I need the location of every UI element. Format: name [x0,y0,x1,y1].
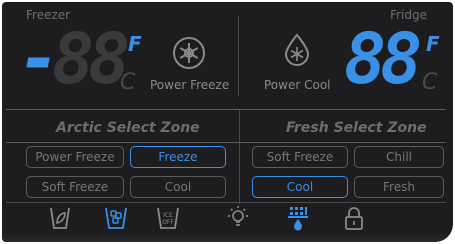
glass-leaf-icon [50,207,70,229]
arctic-option-power-freeze[interactable]: Power Freeze [26,146,124,168]
control-panel: Freezer Fridge - 88 F C Power Freeze Pow… [2,2,453,242]
arctic-option-freeze[interactable]: Freeze [130,146,226,168]
light-button[interactable] [224,204,252,232]
fridge-unit-c: C [422,70,438,95]
power-freeze-button[interactable] [172,36,206,70]
lock-icon [345,207,363,230]
lock-button[interactable] [340,204,368,232]
light-bulb-icon [228,206,248,226]
ice-cubes-icon [105,207,127,229]
water-glass-button[interactable] [46,204,74,232]
fresh-option-fresh[interactable]: Fresh [354,176,444,198]
freezer-temp-digits: 88 [52,18,130,100]
zone-title-line [6,142,446,143]
snowflake-icon [173,37,205,69]
bottom-divider [6,202,446,203]
fridge-unit-f: F [426,32,440,56]
cubed-ice-button[interactable] [102,204,130,232]
zone-divider [239,110,240,204]
fridge-temp-digits: 88 [344,18,422,100]
fresh-option-chill[interactable]: Chill [354,146,444,168]
ice-off-button[interactable]: ICE OFF [154,204,182,232]
water-filter-button[interactable] [284,204,312,232]
zone-top-line [6,109,446,110]
fresh-option-cool[interactable]: Cool [252,176,348,198]
freezer-unit-f: F [128,32,142,56]
top-divider [238,16,239,96]
power-cool-button[interactable] [280,32,314,66]
fresh-zone-title: Fresh Select Zone [286,120,427,136]
ice-off-icon: ICE OFF [157,207,179,229]
power-cool-label: Power Cool [264,78,331,92]
fresh-option-soft-freeze[interactable]: Soft Freeze [252,146,348,168]
arctic-option-cool[interactable]: Cool [130,176,226,198]
power-freeze-label: Power Freeze [150,78,230,92]
freezer-unit-c: C [120,70,136,95]
ice-off-text-top: ICE [163,212,173,219]
arctic-zone-title: Arctic Select Zone [56,120,200,136]
arctic-option-soft-freeze[interactable]: Soft Freeze [26,176,124,198]
filter-drop-icon [288,207,308,231]
water-drop-icon [284,33,310,66]
ice-off-text-bottom: OFF [162,219,174,226]
